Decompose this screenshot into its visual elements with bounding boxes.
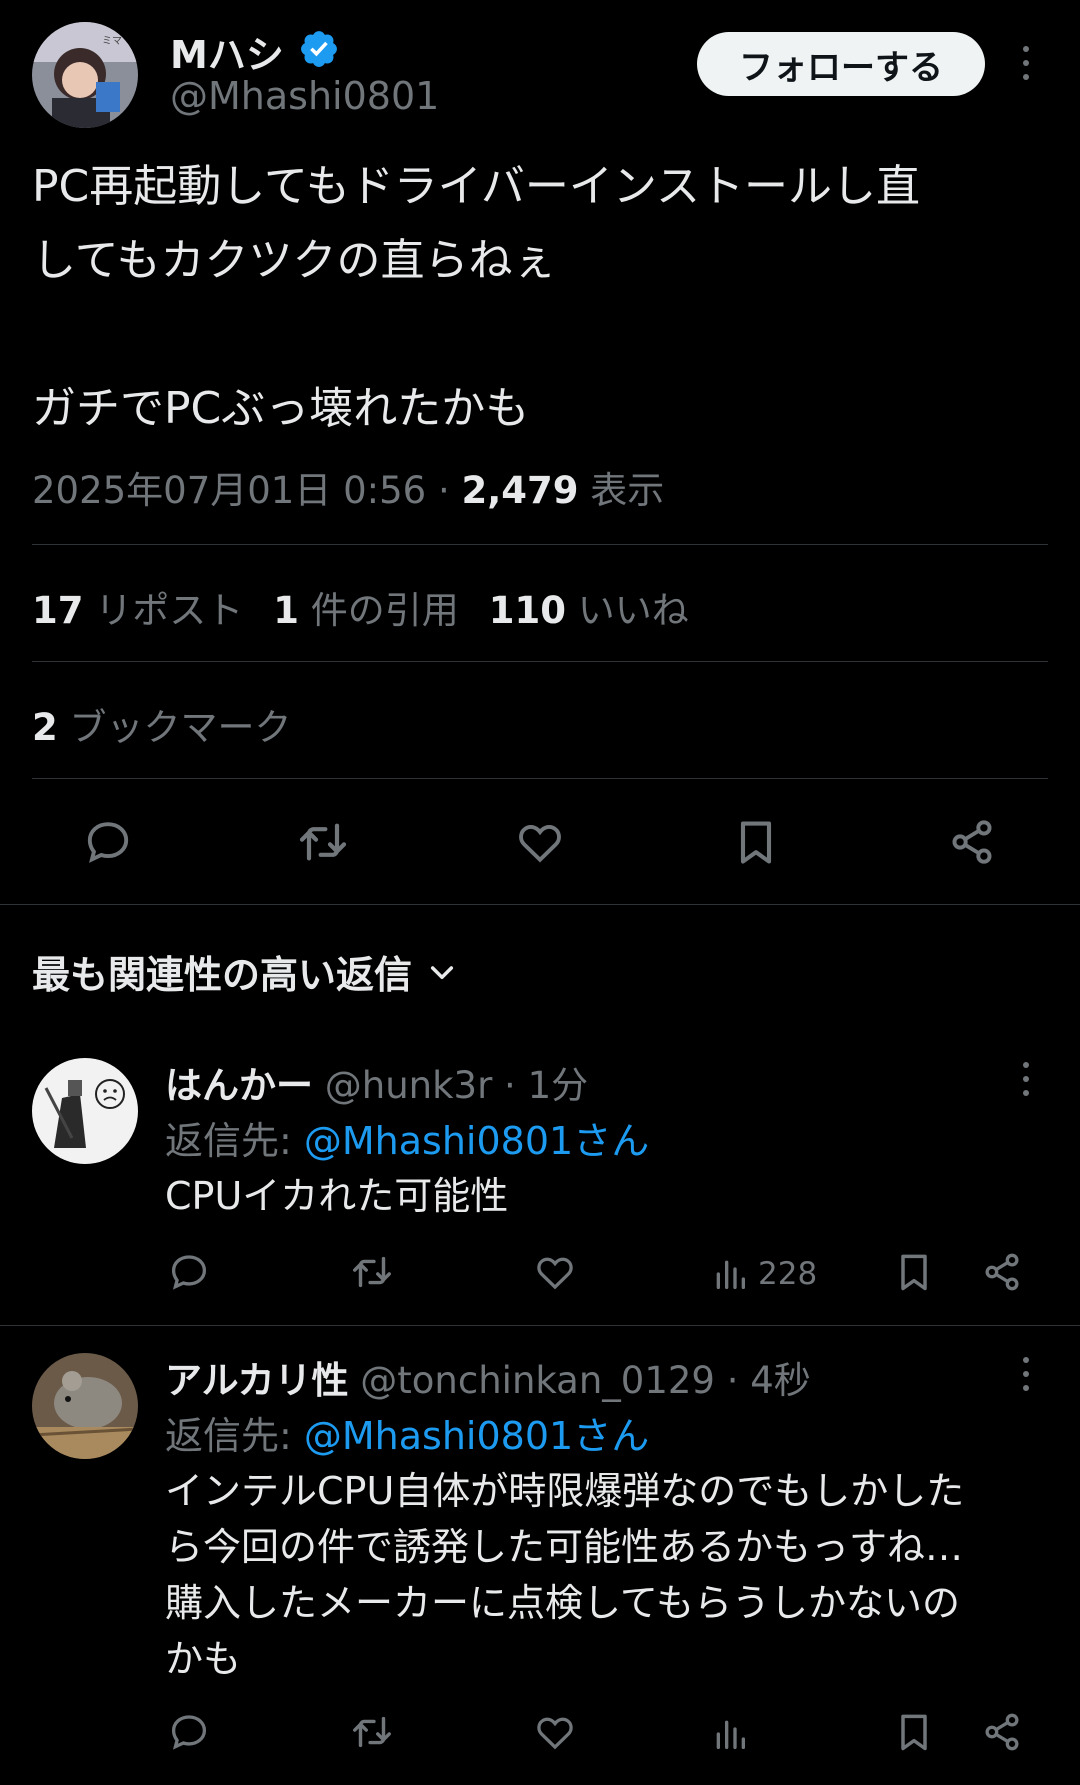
svg-text:ミマ: ミマ [102,36,122,47]
repost-icon[interactable] [347,1710,397,1754]
verified-badge-icon [298,28,340,70]
like-icon[interactable] [530,1250,580,1294]
reply-author: はんかー @hunk3r · 1分 [165,1055,588,1109]
reply-to-mention[interactable]: @Mhashi0801さん [304,1119,649,1163]
divider [0,1325,1080,1326]
author-handle[interactable]: @Mhashi0801 [170,74,439,118]
reply-icon[interactable] [164,1710,214,1754]
likes-stat[interactable]: 110 いいね [489,589,689,632]
reply-text: インテルCPU自体が時限爆弾なのでもしかした ら今回の件で誘発した可能性あるかも… [165,1469,965,1681]
divider [32,778,1048,779]
views-count: 228 [758,1256,818,1292]
meta-separator: · [426,469,462,512]
post-meta: 2025年07月01日 0:56 · 2,479 表示 [32,460,664,514]
views-label: 表示 [578,469,665,512]
share-icon[interactable] [977,1710,1027,1754]
post-text: PC再起動してもドライバーインストールし直 してもカクツクの直らねぇ ガチでPC… [32,161,920,434]
engagement-stats: 17 リポスト 1 件の引用 110 いいね [32,580,689,634]
replies-sort-label: 最も関連性の高い返信 [32,953,413,997]
reply-author-name[interactable]: アルカリ性 [165,1359,349,1402]
views-icon [716,1720,745,1749]
reposts-stat[interactable]: 17 リポスト [32,589,243,632]
bookmark-icon[interactable] [726,815,786,869]
share-icon[interactable] [977,1250,1027,1294]
reply-to: 返信先: @Mhashi0801さん [165,1414,650,1458]
divider [0,904,1080,905]
views-stat[interactable] [710,1712,758,1756]
more-options-icon[interactable] [1016,1062,1036,1096]
reply-to: 返信先: @Mhashi0801さん [165,1119,650,1163]
share-icon[interactable] [942,815,1002,869]
author-name[interactable]: Mハシ [170,24,284,79]
chevron-down-icon [430,965,454,979]
follow-button[interactable]: フォローする [697,32,985,96]
reply-to-mention[interactable]: @Mhashi0801さん [304,1414,649,1458]
reply-icon[interactable] [164,1250,214,1294]
views-icon [716,1260,745,1289]
reply-author-name[interactable]: はんかー [165,1064,313,1107]
repost-icon[interactable] [293,815,353,869]
reply-avatar[interactable] [32,1058,138,1164]
bookmark-icon[interactable] [889,1710,939,1754]
reply-author-handle[interactable]: @hunk3r · 1分 [313,1064,588,1107]
views-stat[interactable]: 228 [710,1252,817,1296]
replies-sort-dropdown[interactable]: 最も関連性の高い返信 [32,944,458,999]
more-options-icon[interactable] [1016,46,1036,80]
more-options-icon[interactable] [1016,1357,1036,1391]
quotes-stat[interactable]: 1 件の引用 [273,589,459,632]
reply-text: CPUイカれた可能性 [165,1174,509,1218]
like-icon[interactable] [530,1710,580,1754]
reply-icon[interactable] [78,815,138,869]
author-avatar[interactable]: ミマ [32,22,138,128]
repost-icon[interactable] [347,1250,397,1294]
views-count: 2,479 [461,469,579,512]
divider [32,544,1048,545]
divider [32,661,1048,662]
bookmarks-stat[interactable]: 2 ブックマーク [32,697,292,751]
reply-author-handle[interactable]: @tonchinkan_0129 · 4秒 [349,1359,811,1402]
bookmark-icon[interactable] [889,1250,939,1294]
post-timestamp[interactable]: 2025年07月01日 0:56 [32,469,426,512]
reply-avatar[interactable] [32,1353,138,1459]
reply-author: アルカリ性 @tonchinkan_0129 · 4秒 [165,1350,811,1404]
like-icon[interactable] [510,815,570,869]
